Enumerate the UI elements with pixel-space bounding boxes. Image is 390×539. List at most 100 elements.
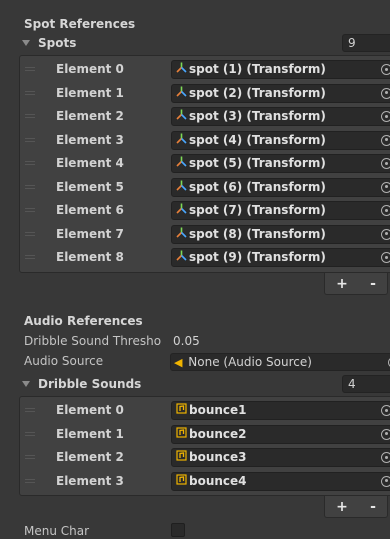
element-label: Element 6 [56, 203, 124, 217]
spots-remove-button[interactable]: - [370, 276, 376, 292]
list-element-row[interactable]: Element 3 bounce4 [20, 471, 390, 493]
transform-icon [175, 226, 187, 243]
drag-handle-icon[interactable] [25, 137, 35, 142]
element-label: Element 8 [56, 250, 124, 264]
object-picker-icon[interactable] [381, 158, 390, 169]
object-reference-value: spot (2) (Transform) [189, 85, 326, 100]
drag-handle-icon[interactable] [25, 455, 35, 459]
audio-clip-icon [175, 426, 187, 443]
audio-references-header: Audio References [24, 314, 143, 328]
object-picker-icon[interactable] [381, 205, 390, 216]
drag-handle-icon[interactable] [25, 231, 35, 236]
drag-handle-icon[interactable] [25, 90, 35, 95]
object-reference-field[interactable]: spot (1) (Transform) [171, 60, 390, 79]
spots-add-button[interactable]: + [336, 276, 348, 292]
drag-handle-icon[interactable] [25, 114, 35, 118]
transform-icon [175, 132, 187, 149]
audio-clip-icon [175, 473, 187, 490]
object-reference-value: bounce3 [189, 450, 247, 464]
element-label: Element 1 [56, 85, 124, 100]
list-element-row[interactable]: Element 0 spot (1) (Transform) [20, 59, 390, 81]
audio-source-value: None (Audio Source) [188, 355, 312, 369]
transform-icon [175, 61, 187, 78]
menu-char-checkbox[interactable] [171, 523, 185, 537]
object-reference-value: spot (5) (Transform) [189, 156, 326, 170]
audio-source-label: Audio Source [24, 354, 104, 368]
list-element-row[interactable]: Element 1 spot (2) (Transform) [20, 83, 390, 105]
sounds-remove-button[interactable]: - [370, 499, 376, 515]
spots-size-field[interactable]: 9 [342, 34, 390, 52]
object-reference-field[interactable]: bounce1 [171, 401, 390, 420]
element-label: Element 4 [56, 156, 124, 170]
object-reference-field[interactable]: bounce2 [171, 424, 390, 444]
dribble-sound-threshold-field[interactable]: 0.05 [170, 333, 390, 351]
object-picker-icon[interactable] [381, 452, 390, 463]
element-label: Element 2 [56, 109, 124, 123]
spots-list: Element 0 spot (1) (Transform) Element 1 sp… [19, 55, 390, 273]
element-label: Element 5 [56, 179, 124, 194]
audio-source-icon: ◀ [174, 356, 183, 369]
audio-clip-icon [175, 449, 187, 466]
drag-handle-icon[interactable] [25, 478, 35, 483]
list-element-row[interactable]: Element 1 bounce2 [20, 424, 390, 446]
object-picker-icon[interactable] [381, 111, 390, 122]
object-picker-icon[interactable] [381, 87, 390, 99]
sounds-add-button[interactable]: + [336, 499, 348, 515]
object-reference-field[interactable]: spot (6) (Transform) [171, 177, 390, 197]
object-reference-value: bounce4 [189, 473, 247, 488]
drag-handle-icon[interactable] [25, 208, 35, 212]
dribble-sounds-foldout-label: Dribble Sounds [38, 377, 142, 391]
object-picker-icon[interactable] [381, 181, 390, 193]
dribble-sounds-list: Element 0 bounce1 Element 1 bounce2 Element … [19, 396, 390, 496]
menu-char-label: Menu Char [24, 524, 90, 538]
list-element-row[interactable]: Element 0 bounce1 [20, 400, 390, 422]
element-label: Element 0 [56, 403, 124, 417]
drag-handle-icon[interactable] [25, 67, 35, 71]
object-reference-field[interactable]: spot (5) (Transform) [171, 154, 390, 173]
object-picker-icon[interactable] [381, 475, 390, 487]
drag-handle-icon[interactable] [25, 255, 35, 259]
list-element-row[interactable]: Element 7 spot (8) (Transform) [20, 224, 390, 246]
list-element-row[interactable]: Element 6 spot (7) (Transform) [20, 200, 390, 222]
object-reference-field[interactable]: bounce4 [171, 471, 390, 491]
drag-handle-icon[interactable] [25, 184, 35, 189]
transform-icon [175, 155, 187, 172]
list-element-row[interactable]: Element 3 spot (4) (Transform) [20, 130, 390, 152]
list-element-row[interactable]: Element 8 spot (9) (Transform) [20, 247, 390, 269]
drag-handle-icon[interactable] [25, 161, 35, 165]
object-picker-icon[interactable] [381, 134, 390, 146]
list-element-row[interactable]: Element 2 bounce3 [20, 447, 390, 469]
object-reference-field[interactable]: spot (9) (Transform) [171, 248, 390, 267]
object-reference-field[interactable]: spot (8) (Transform) [171, 224, 390, 244]
element-label: Element 0 [56, 62, 124, 76]
object-reference-field[interactable]: bounce3 [171, 448, 390, 467]
dribble-sounds-size-field[interactable]: 4 [342, 375, 390, 393]
object-reference-value: spot (6) (Transform) [189, 179, 326, 194]
audio-source-field[interactable]: ◀ None (Audio Source) [170, 353, 390, 371]
element-label: Element 1 [56, 426, 124, 441]
object-picker-icon[interactable] [381, 64, 390, 75]
drag-handle-icon[interactable] [25, 431, 35, 436]
drag-handle-icon[interactable] [25, 408, 35, 412]
object-reference-field[interactable]: spot (3) (Transform) [171, 107, 390, 126]
list-element-row[interactable]: Element 5 spot (6) (Transform) [20, 177, 390, 199]
element-label: Element 3 [56, 473, 124, 488]
object-reference-field[interactable]: spot (4) (Transform) [171, 130, 390, 150]
element-label: Element 3 [56, 132, 124, 147]
object-reference-value: spot (7) (Transform) [189, 203, 326, 217]
object-reference-field[interactable]: spot (2) (Transform) [171, 83, 390, 103]
object-reference-field[interactable]: spot (7) (Transform) [171, 201, 390, 220]
spots-foldout[interactable]: Spots [20, 36, 76, 50]
list-element-row[interactable]: Element 2 spot (3) (Transform) [20, 106, 390, 128]
dribble-sounds-foldout[interactable]: Dribble Sounds [20, 377, 141, 391]
object-reference-value: bounce1 [189, 403, 247, 417]
object-picker-icon[interactable] [381, 428, 390, 440]
object-picker-icon[interactable] [381, 405, 390, 416]
list-element-row[interactable]: Element 4 spot (5) (Transform) [20, 153, 390, 175]
object-picker-icon[interactable] [381, 252, 390, 263]
object-picker-icon[interactable] [381, 228, 390, 240]
spot-references-header: Spot References [24, 17, 136, 31]
transform-icon [175, 202, 187, 219]
object-reference-value: spot (4) (Transform) [189, 132, 326, 147]
transform-icon [175, 179, 187, 196]
